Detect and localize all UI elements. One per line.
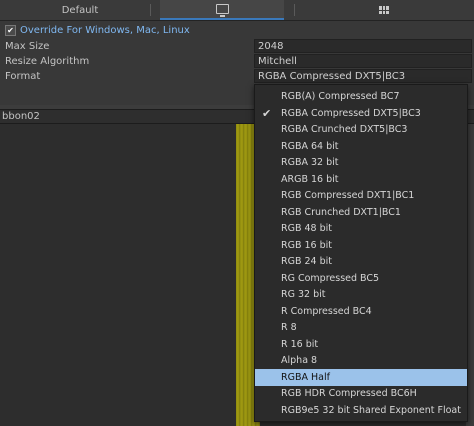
override-checkbox[interactable]: ✔	[5, 25, 16, 36]
format-option[interactable]: RGBA 64 bit	[255, 138, 467, 155]
format-option[interactable]: RGB Compressed DXT1|BC1	[255, 187, 467, 204]
format-option[interactable]: ✔ RGBA Compressed DXT5|BC3	[255, 105, 467, 122]
format-option-label: Alpha 8	[281, 355, 318, 366]
format-option-label: R Compressed BC4	[281, 305, 372, 317]
resize-algorithm-dropdown[interactable]: Mitchell	[254, 54, 472, 68]
format-option[interactable]: R Compressed BC4	[255, 303, 467, 320]
format-option-label: RG Compressed BC5	[281, 272, 380, 284]
format-option[interactable]: RGBA 32 bit	[255, 154, 467, 171]
format-option-label: RGB HDR Compressed BC6H	[281, 388, 417, 399]
max-size-label: Max Size	[5, 41, 50, 52]
tab-divider	[150, 4, 151, 16]
platform-tab-bar: Default	[0, 0, 474, 21]
format-option[interactable]: RG Compressed BC5	[255, 270, 467, 287]
format-option[interactable]: ARGB 16 bit	[255, 171, 467, 188]
format-option[interactable]: R 8	[255, 319, 467, 336]
tab-default[interactable]: Default	[0, 0, 160, 20]
format-option[interactable]: RGB 24 bit	[255, 253, 467, 270]
format-dropdown-menu: RGB(A) Compressed BC7 ✔ RGBA Compressed DX…	[254, 84, 468, 422]
max-size-dropdown[interactable]: 2048	[254, 39, 472, 53]
format-option[interactable]: RGB 16 bit	[255, 237, 467, 254]
tab-pc-standalone[interactable]	[160, 0, 284, 20]
format-option-label: RGB9e5 32 bit Shared Exponent Float	[281, 404, 461, 416]
format-option-label: RGB 24 bit	[281, 256, 333, 267]
format-option[interactable]: RGB Crunched DXT1|BC1	[255, 204, 467, 221]
format-option-label: ARGB 16 bit	[281, 173, 339, 185]
format-option-label: R 8	[281, 322, 297, 333]
format-label: Format	[5, 71, 41, 82]
format-option-label: RGBA 32 bit	[281, 157, 339, 168]
format-option-label: R 16 bit	[281, 338, 319, 350]
format-option[interactable]: RG 32 bit	[255, 286, 467, 303]
asset-name: bbon02	[2, 111, 40, 122]
format-option-label: RGB Compressed DXT1|BC1	[281, 190, 415, 201]
format-option[interactable]: RGBA Crunched DXT5|BC3	[255, 121, 467, 138]
format-option-label: RGBA Compressed DXT5|BC3	[281, 107, 421, 119]
format-option-label: RG 32 bit	[281, 289, 326, 300]
format-option[interactable]: RGB HDR Compressed BC6H	[255, 385, 467, 402]
monitor-icon	[215, 4, 229, 17]
override-label: Override For Windows, Mac, Linux	[20, 25, 190, 36]
format-option[interactable]: RGB(A) Compressed BC7	[255, 88, 467, 105]
format-option-label: RGBA Half	[281, 371, 330, 383]
format-option[interactable]: R 16 bit	[255, 336, 467, 353]
checkmark-icon: ✔	[262, 106, 272, 120]
format-option-label: RGBA Crunched DXT5|BC3	[281, 124, 408, 135]
grid-icon	[379, 6, 389, 14]
format-option-label: RGB 16 bit	[281, 239, 333, 251]
format-option-label: RGB(A) Compressed BC7	[281, 91, 400, 102]
override-toggle[interactable]: ✔ Override For Windows, Mac, Linux	[5, 25, 190, 36]
format-option[interactable]: RGBA Half	[255, 368, 467, 386]
resize-algorithm-label: Resize Algorithm	[5, 56, 90, 67]
format-option[interactable]: Alpha 8	[255, 352, 467, 369]
format-option[interactable]: RGB9e5 32 bit Shared Exponent Float	[255, 402, 467, 419]
format-dropdown[interactable]: RGBA Compressed DXT5|BC3	[254, 69, 472, 83]
format-option-label: RGB Crunched DXT1|BC1	[281, 206, 401, 218]
format-option-label: RGBA 64 bit	[281, 140, 339, 152]
tab-default-label: Default	[61, 4, 99, 16]
format-option-label: RGB 48 bit	[281, 223, 333, 234]
tab-other-platform[interactable]	[294, 0, 474, 20]
format-option[interactable]: RGB 48 bit	[255, 220, 467, 237]
